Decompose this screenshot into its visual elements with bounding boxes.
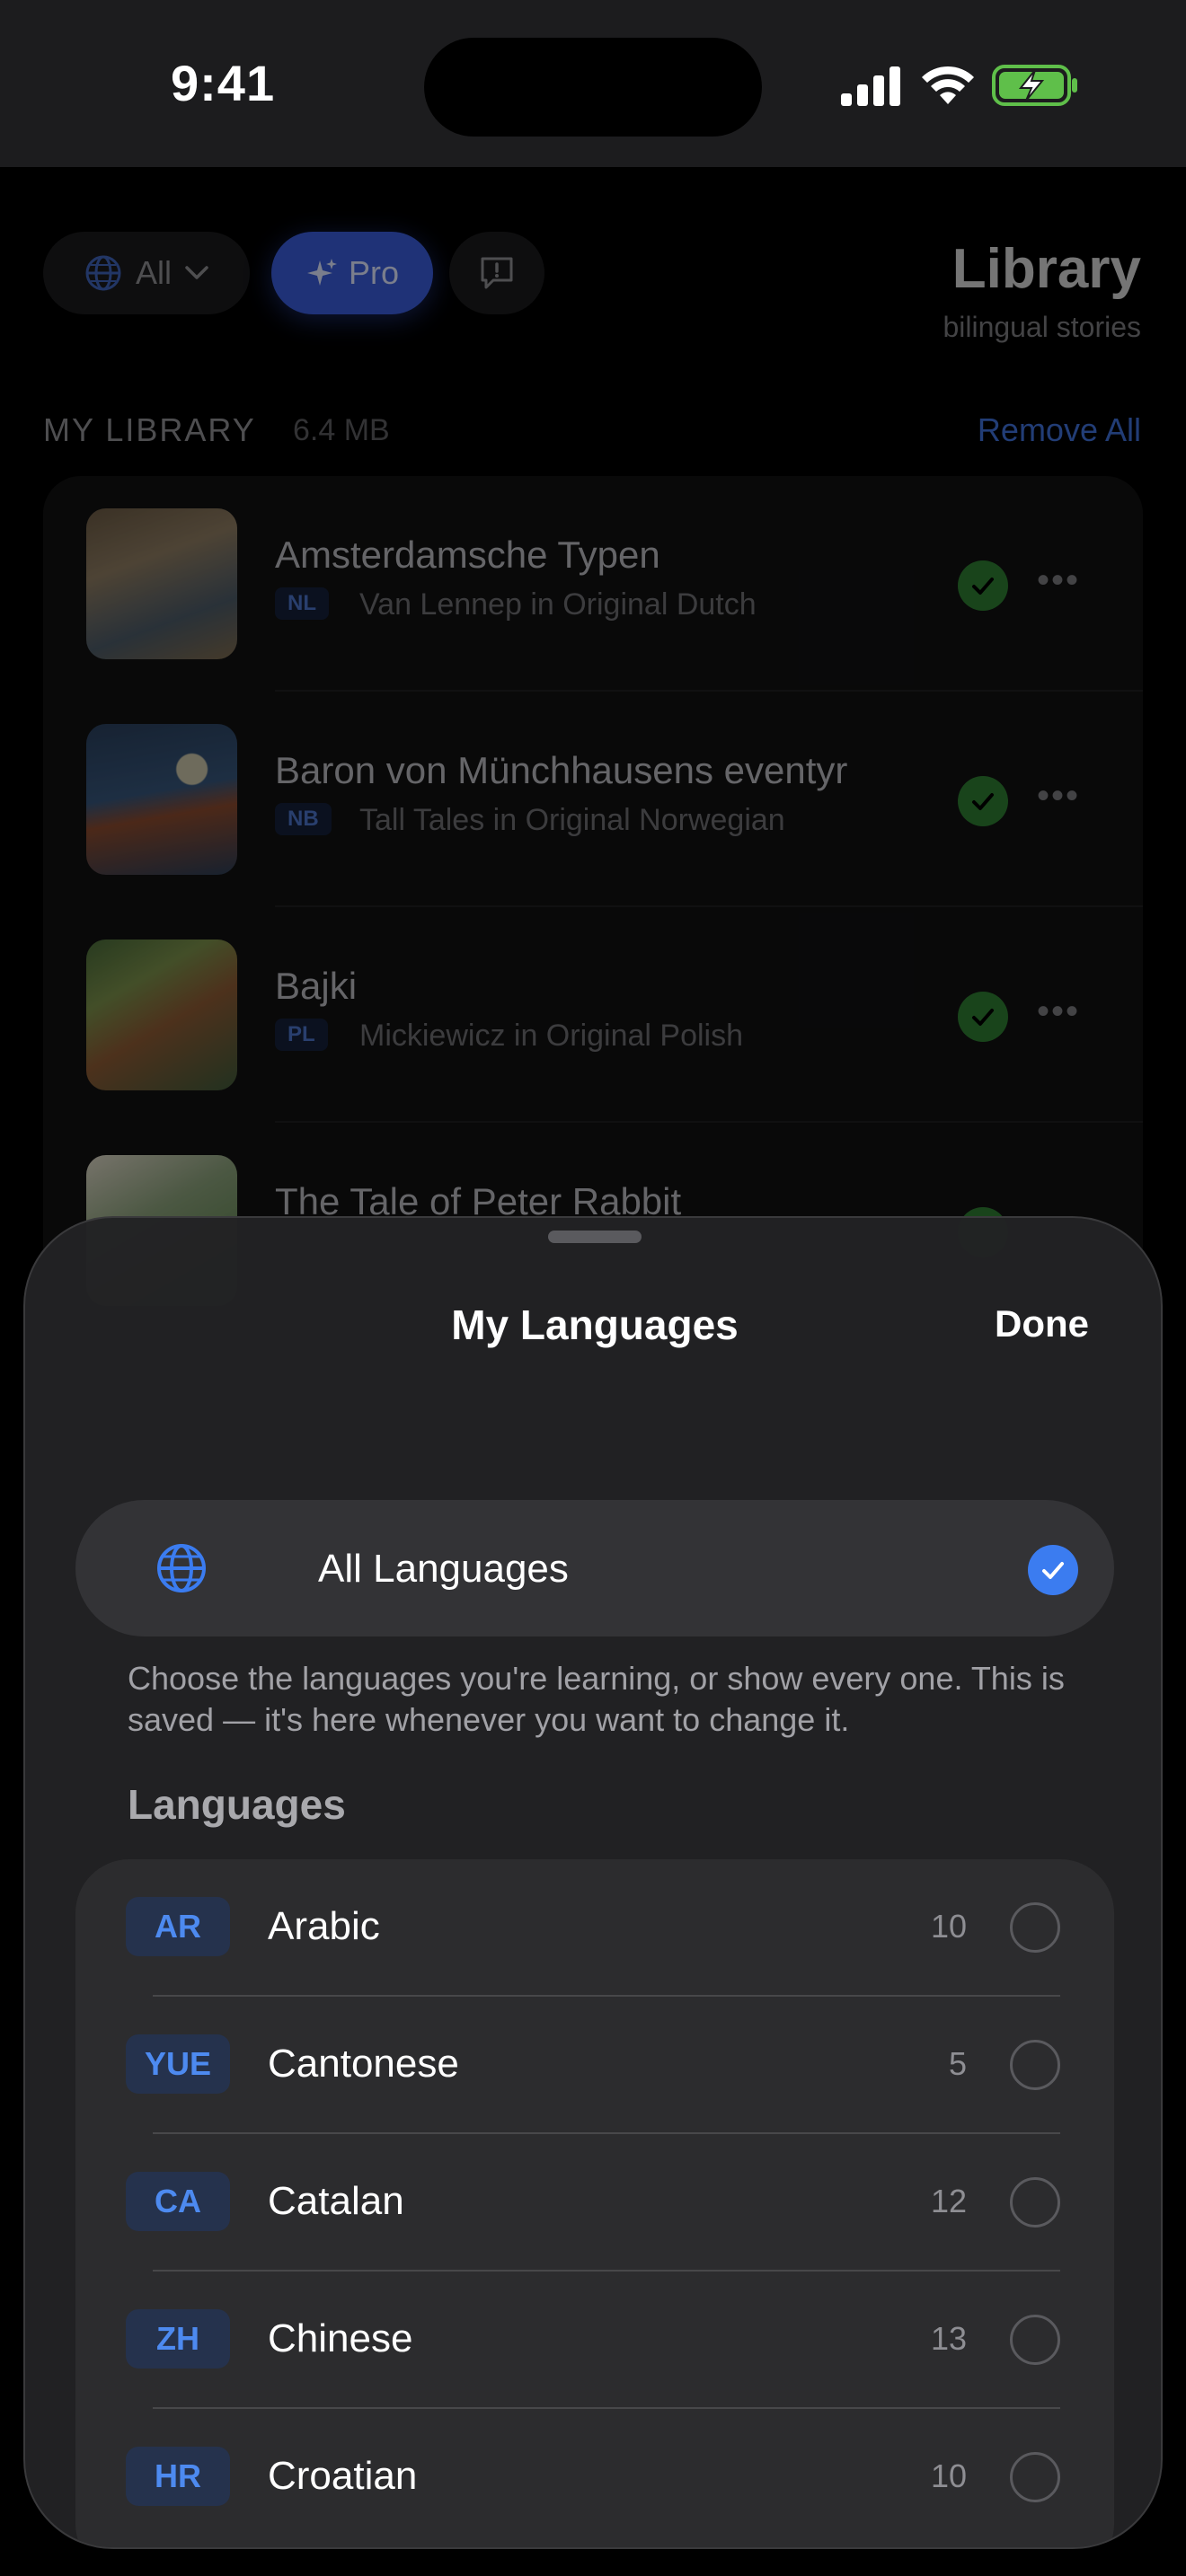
done-button[interactable]: Done	[995, 1302, 1089, 1345]
story-count: 13	[930, 2320, 967, 2357]
globe-icon	[157, 1544, 206, 1592]
all-languages-option[interactable]: All Languages	[75, 1500, 1114, 1636]
language-name: Chinese	[268, 2316, 413, 2360]
language-row-cantonese[interactable]: YUE Cantonese 5	[75, 1997, 1114, 2134]
unselected-radio[interactable]	[1010, 2452, 1060, 2502]
languages-list: AR Arabic 10 YUE Cantonese 5 CA Catalan …	[75, 1859, 1114, 2547]
language-code-badge: AR	[126, 1897, 230, 1956]
help-text: Choose the languages you're learning, or…	[128, 1660, 1065, 1738]
story-count: 12	[930, 2183, 967, 2219]
languages-section-header: Languages	[128, 1781, 346, 1828]
dynamic-island	[424, 38, 762, 137]
my-languages-sheet: My Languages Done All Languages Choose t…	[23, 1216, 1163, 2549]
status-time: 9:41	[171, 55, 276, 111]
sheet-grabber[interactable]	[548, 1231, 642, 1243]
status-bar: 9:41	[0, 0, 1186, 167]
story-count: 5	[948, 2045, 967, 2082]
language-name: Cantonese	[268, 2042, 459, 2086]
unselected-radio[interactable]	[1010, 2315, 1060, 2365]
language-name: Catalan	[268, 2179, 404, 2223]
language-code-badge: ZH	[126, 2309, 230, 2369]
unselected-radio[interactable]	[1010, 2040, 1060, 2090]
cellular-signal-icon	[841, 66, 900, 106]
wifi-icon	[922, 66, 974, 104]
language-code-badge: YUE	[126, 2034, 230, 2094]
language-row-arabic[interactable]: AR Arabic 10	[75, 1859, 1114, 1997]
unselected-radio[interactable]	[1010, 1902, 1060, 1953]
language-name: Croatian	[268, 2454, 418, 2498]
language-code-badge: CA	[126, 2172, 230, 2231]
all-languages-label: All Languages	[318, 1547, 569, 1591]
language-name: Arabic	[268, 1904, 380, 1948]
language-row-croatian[interactable]: HR Croatian 10	[75, 2409, 1114, 2546]
language-row-catalan[interactable]: CA Catalan 12	[75, 2134, 1114, 2272]
sheet-title: My Languages	[451, 1301, 739, 1348]
unselected-radio[interactable]	[1010, 2177, 1060, 2228]
selected-check-icon	[1028, 1545, 1078, 1595]
language-code-badge: HR	[126, 2447, 230, 2506]
battery-charging-icon	[992, 65, 1077, 106]
language-row-chinese[interactable]: ZH Chinese 13	[75, 2272, 1114, 2409]
story-count: 10	[930, 1908, 967, 1945]
story-count: 10	[930, 2457, 967, 2494]
